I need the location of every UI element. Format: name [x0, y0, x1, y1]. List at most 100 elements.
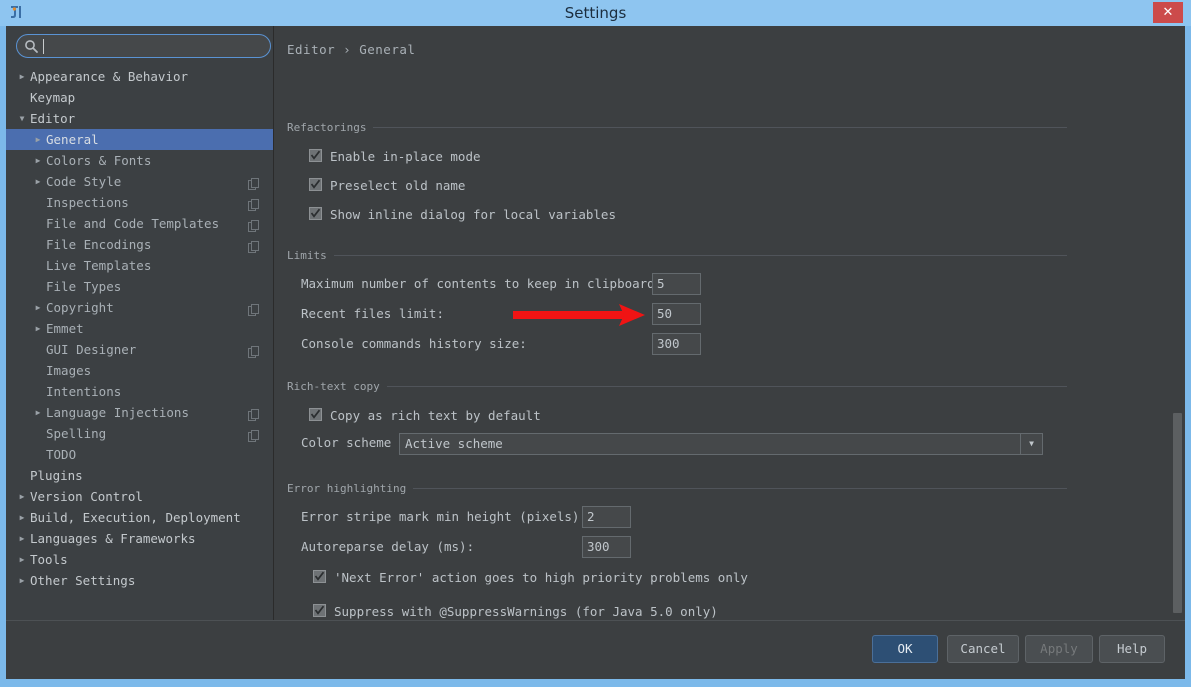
- title-bar: Settings ✕: [0, 0, 1191, 26]
- checkbox-label: Suppress with @SuppressWarnings (for Jav…: [334, 603, 718, 620]
- input-autoreparse-delay[interactable]: 300: [582, 536, 631, 558]
- copy-icon[interactable]: [248, 406, 260, 418]
- sidebar-item-file-encodings[interactable]: File Encodings: [6, 234, 274, 255]
- input-console-history-size[interactable]: 300: [652, 333, 701, 355]
- color-scheme-value: Active scheme: [405, 434, 503, 454]
- chevron-right-icon[interactable]: ▶: [16, 549, 28, 570]
- sidebar-item-colors-fonts[interactable]: ▶Colors & Fonts: [6, 150, 274, 171]
- search-caret: [43, 39, 44, 54]
- chevron-right-icon[interactable]: ▶: [16, 570, 28, 591]
- sidebar-item-label: Editor: [30, 108, 75, 129]
- search-input[interactable]: [16, 34, 271, 58]
- field-label: Recent files limit:: [301, 306, 444, 321]
- ok-button[interactable]: OK: [872, 635, 938, 663]
- copy-icon[interactable]: [248, 343, 260, 355]
- sidebar-item-other-settings[interactable]: ▶Other Settings: [6, 570, 274, 591]
- copy-icon[interactable]: [248, 175, 260, 187]
- chevron-right-icon[interactable]: ▶: [16, 66, 28, 87]
- sidebar-item-keymap[interactable]: Keymap: [6, 87, 274, 108]
- field-label: Console commands history size:: [301, 336, 527, 351]
- sidebar-item-todo[interactable]: TODO: [6, 444, 274, 465]
- color-scheme-label: Color scheme: [301, 435, 391, 450]
- copy-icon[interactable]: [248, 301, 260, 313]
- sidebar-item-label: Live Templates: [46, 255, 151, 276]
- sidebar-item-label: Copyright: [46, 297, 114, 318]
- input-error-stripe-min-height[interactable]: 2: [582, 506, 631, 528]
- chevron-down-icon[interactable]: ▼: [16, 108, 28, 129]
- breadcrumb: Editor › General: [287, 42, 415, 57]
- section-title-rich-text-copy: Rich-text copy: [287, 380, 387, 393]
- sidebar-item-file-types[interactable]: File Types: [6, 276, 274, 297]
- chevron-right-icon[interactable]: ▶: [16, 507, 28, 528]
- checkbox-label: 'Next Error' action goes to high priorit…: [334, 569, 748, 587]
- chevron-right-icon[interactable]: ▶: [32, 402, 44, 423]
- sidebar-item-plugins[interactable]: Plugins: [6, 465, 274, 486]
- copy-icon[interactable]: [248, 196, 260, 208]
- chevron-right-icon[interactable]: ▶: [16, 486, 28, 507]
- close-button[interactable]: ✕: [1153, 2, 1183, 23]
- sidebar-item-intentions[interactable]: Intentions: [6, 381, 274, 402]
- sidebar-item-gui-designer[interactable]: GUI Designer: [6, 339, 274, 360]
- help-button[interactable]: Help: [1099, 635, 1165, 663]
- sidebar-item-label: Colors & Fonts: [46, 150, 151, 171]
- copy-icon[interactable]: [248, 217, 260, 229]
- chevron-right-icon[interactable]: ▶: [32, 150, 44, 171]
- search-icon: [24, 39, 39, 54]
- sidebar-item-language-injections[interactable]: ▶Language Injections: [6, 402, 274, 423]
- checkbox-next-error-priority[interactable]: [313, 570, 326, 583]
- settings-content-panel: Editor › General Refactorings Enable in-…: [275, 26, 1185, 620]
- sidebar-item-build-execution-deployment[interactable]: ▶Build, Execution, Deployment: [6, 507, 274, 528]
- checkbox-copy-as-rich-text[interactable]: [309, 408, 322, 421]
- section-rule-refactorings: [287, 127, 1067, 128]
- sidebar-item-label: Inspections: [46, 192, 129, 213]
- sidebar-item-label: Languages & Frameworks: [30, 528, 196, 549]
- color-scheme-dropdown[interactable]: Active scheme ▼: [399, 433, 1043, 455]
- checkbox-show-inline-dialog[interactable]: [309, 207, 322, 220]
- section-rule-rich-text-copy: [287, 386, 1067, 387]
- sidebar-item-languages-frameworks[interactable]: ▶Languages & Frameworks: [6, 528, 274, 549]
- section-rule-limits: [287, 255, 1067, 256]
- chevron-right-icon[interactable]: ▶: [32, 171, 44, 192]
- chevron-down-icon[interactable]: ▼: [1020, 434, 1042, 454]
- input-clipboard-max[interactable]: 5: [652, 273, 701, 295]
- sidebar-item-inspections[interactable]: Inspections: [6, 192, 274, 213]
- cancel-button[interactable]: Cancel: [947, 635, 1019, 663]
- checkbox-enable-in-place-mode[interactable]: [309, 149, 322, 162]
- sidebar-item-images[interactable]: Images: [6, 360, 274, 381]
- field-label: Error stripe mark min height (pixels):: [301, 509, 587, 524]
- settings-dialog-window: Settings ✕ ▶Appearance & BehaviorKeymap▼…: [0, 0, 1191, 687]
- sidebar-item-emmet[interactable]: ▶Emmet: [6, 318, 274, 339]
- chevron-right-icon[interactable]: ▶: [32, 297, 44, 318]
- sidebar-item-tools[interactable]: ▶Tools: [6, 549, 274, 570]
- chevron-right-icon[interactable]: ▶: [32, 129, 44, 150]
- checkbox-preselect-old-name[interactable]: [309, 178, 322, 191]
- checkbox-suppress-warnings[interactable]: [313, 604, 326, 617]
- chevron-right-icon[interactable]: ▶: [32, 318, 44, 339]
- sidebar-item-editor[interactable]: ▼Editor: [6, 108, 274, 129]
- sidebar-item-label: Tools: [30, 549, 68, 570]
- sidebar-item-code-style[interactable]: ▶Code Style: [6, 171, 274, 192]
- sidebar-item-version-control[interactable]: ▶Version Control: [6, 486, 274, 507]
- input-recent-files-limit[interactable]: 50: [652, 303, 701, 325]
- sidebar-item-live-templates[interactable]: Live Templates: [6, 255, 274, 276]
- sidebar-item-label: Code Style: [46, 171, 121, 192]
- sidebar-item-file-and-code-templates[interactable]: File and Code Templates: [6, 213, 274, 234]
- sidebar-item-label: Spelling: [46, 423, 106, 444]
- sidebar-item-copyright[interactable]: ▶Copyright: [6, 297, 274, 318]
- chevron-right-icon[interactable]: ▶: [16, 528, 28, 549]
- sidebar-item-appearance-behavior[interactable]: ▶Appearance & Behavior: [6, 66, 274, 87]
- sidebar-item-label: Appearance & Behavior: [30, 66, 188, 87]
- content-scrollbar[interactable]: [1172, 26, 1183, 620]
- sidebar-item-label: General: [46, 129, 99, 150]
- copy-icon[interactable]: [248, 238, 260, 250]
- apply-button[interactable]: Apply: [1025, 635, 1093, 663]
- sidebar-item-general[interactable]: ▶General: [6, 129, 274, 150]
- scrollbar-thumb[interactable]: [1173, 413, 1182, 613]
- sidebar-item-label: Build, Execution, Deployment: [30, 507, 241, 528]
- checkbox-label: Enable in-place mode: [330, 148, 481, 166]
- sidebar-item-label: GUI Designer: [46, 339, 136, 360]
- sidebar-item-spelling[interactable]: Spelling: [6, 423, 274, 444]
- copy-icon[interactable]: [248, 427, 260, 439]
- search-field-wrapper: [16, 34, 271, 58]
- sidebar-item-label: Images: [46, 360, 91, 381]
